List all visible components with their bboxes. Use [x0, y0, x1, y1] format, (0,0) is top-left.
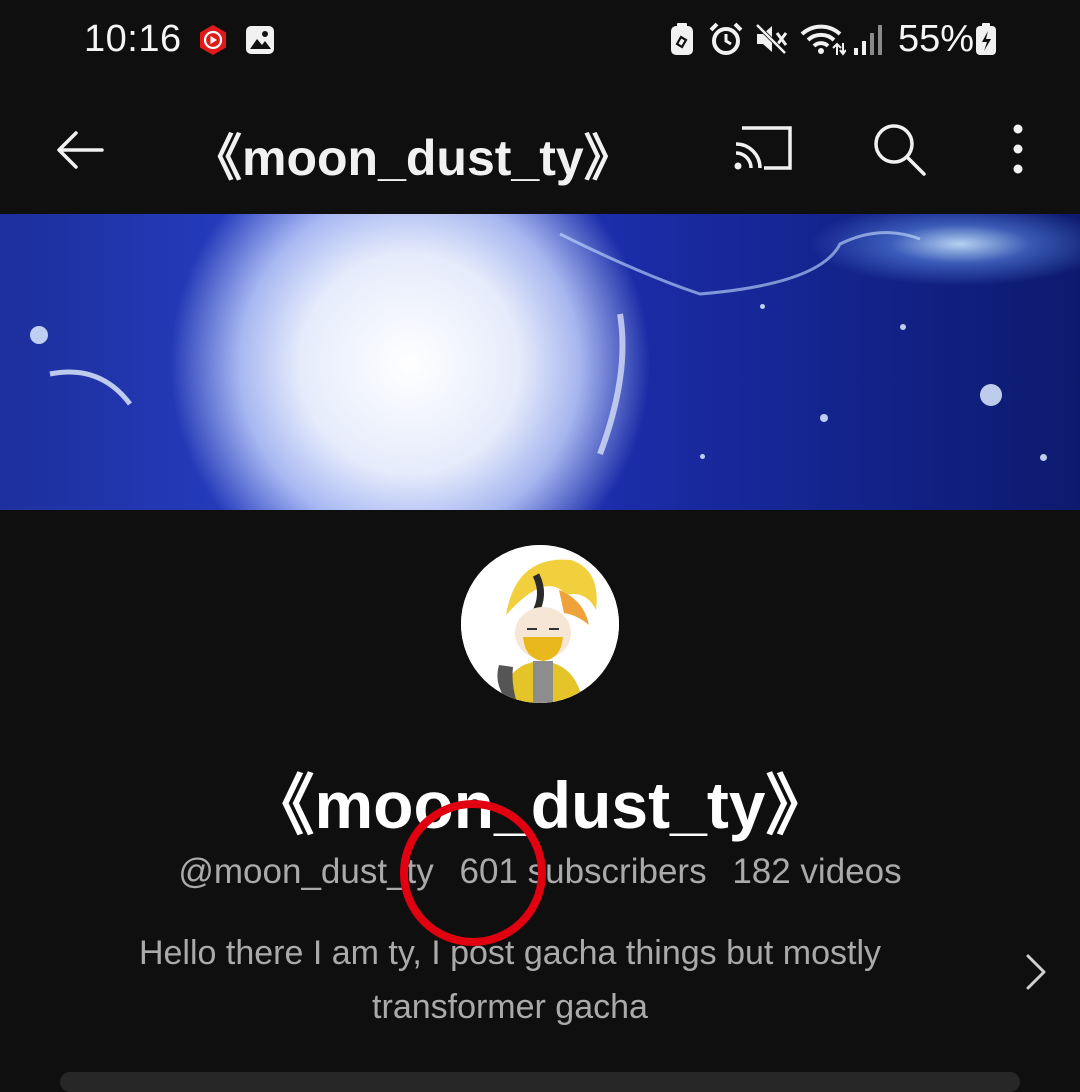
more-options-icon[interactable]: [1000, 120, 1036, 178]
battery-saver-icon: [671, 23, 693, 55]
channel-description[interactable]: Hello there I am ty, I post gacha things…: [90, 926, 930, 1034]
status-bar: 10:16 55%: [0, 0, 1080, 80]
video-count: 182 videos: [732, 852, 902, 891]
status-time: 10:16: [84, 18, 182, 60]
youtube-notification-icon: [200, 25, 226, 55]
subscribe-button-peek[interactable]: [60, 1072, 1020, 1092]
alarm-icon: [709, 22, 743, 55]
avatar-image: [461, 545, 619, 703]
search-icon[interactable]: [870, 120, 928, 178]
channel-banner: [0, 214, 1080, 510]
battery-percentage: 55%: [898, 18, 975, 60]
app-bar: 《moon_dust_ty》: [0, 100, 1080, 200]
channel-name: 《moon_dust_ty》: [248, 768, 832, 842]
mute-icon: [754, 22, 788, 56]
app-bar-title: 《moon_dust_ty》: [192, 130, 634, 186]
gallery-icon: [246, 26, 274, 54]
highlight-circle-annotation: [400, 800, 546, 946]
wifi-icon: [800, 24, 846, 56]
channel-avatar[interactable]: [461, 545, 619, 703]
chevron-right-icon[interactable]: [1018, 950, 1054, 994]
signal-icon: [854, 25, 882, 55]
channel-handle: @moon_dust_ty: [178, 852, 434, 891]
battery-charging-icon: [976, 23, 996, 55]
banner-art: [49, 231, 921, 456]
back-arrow-icon[interactable]: [50, 120, 110, 180]
cast-icon[interactable]: [730, 118, 796, 178]
